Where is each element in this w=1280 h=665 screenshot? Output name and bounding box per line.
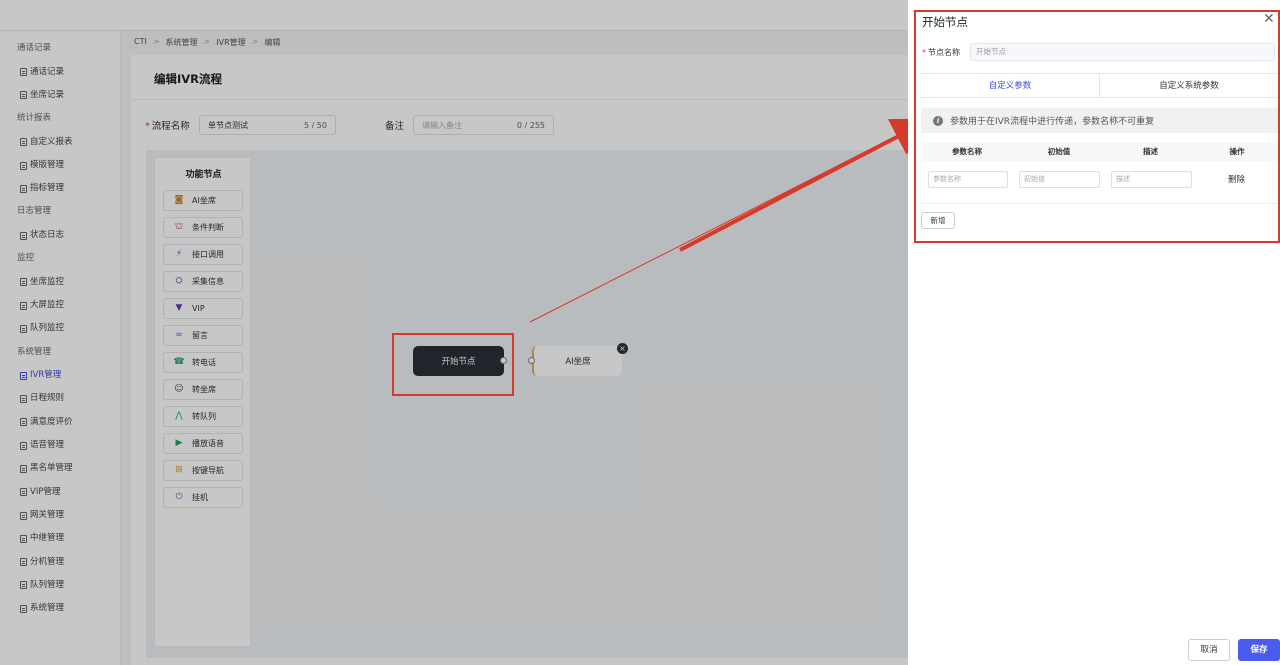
drawer-title: 开始节点: [922, 15, 968, 29]
node-name-input[interactable]: 开始节点: [970, 43, 1275, 61]
param-tabs: 自定义参数 自定义系统参数: [921, 73, 1278, 98]
table-header-cell: 参数名称: [952, 147, 982, 156]
node-name-label: * 节点名称: [922, 48, 960, 57]
param-name-input[interactable]: 参数名称: [928, 171, 1008, 188]
close-icon[interactable]: ✕: [1263, 12, 1275, 26]
param-initial-value-input[interactable]: 初始值: [1019, 171, 1100, 188]
info-icon: i: [933, 115, 943, 126]
add-param-button[interactable]: 新增: [921, 212, 955, 229]
cancel-button[interactable]: 取消: [1188, 639, 1230, 661]
param-tab[interactable]: 自定义系统参数: [1100, 74, 1278, 97]
table-header-cell: 初始值: [1047, 147, 1071, 156]
notice-text: 参数用于在IVR流程中进行传递，参数名称不可重复: [950, 117, 1155, 127]
table-header-cell: 描述: [1143, 147, 1158, 156]
param-description-input[interactable]: 描述: [1111, 171, 1192, 188]
delete-row-button[interactable]: 删除: [1228, 173, 1245, 185]
param-tab[interactable]: 自定义参数: [921, 74, 1100, 97]
param-table-header: 参数名称 初始值 描述 操作: [921, 143, 1278, 161]
table-header-cell: 操作: [1229, 147, 1245, 156]
table-row-divider: [921, 203, 1278, 204]
save-button[interactable]: 保存: [1238, 639, 1280, 661]
notice-bar: i 参数用于在IVR流程中进行传递，参数名称不可重复: [921, 108, 1278, 133]
